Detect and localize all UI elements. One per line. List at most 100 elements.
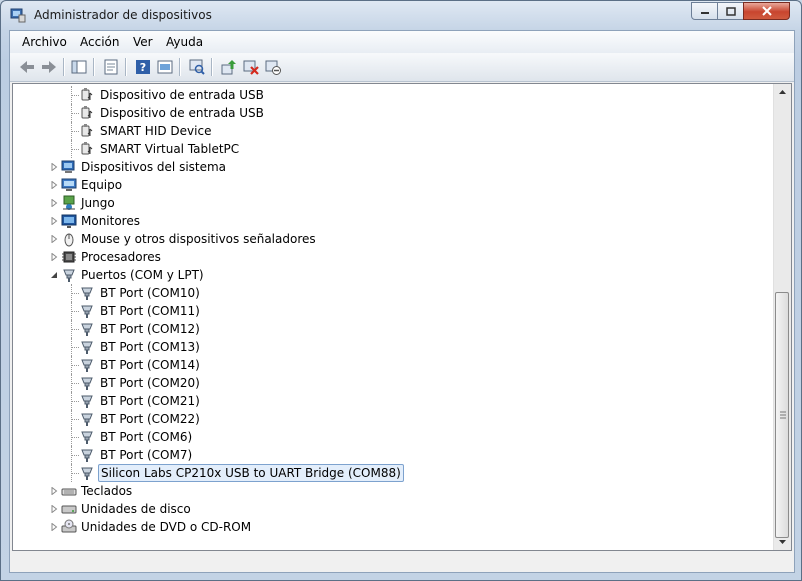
forward-icon[interactable] <box>40 58 58 76</box>
tree-device[interactable]: Dispositivo de entrada USB <box>13 104 763 122</box>
tree-device[interactable]: BT Port (COM21) <box>13 392 763 410</box>
processor-icon <box>62 251 76 263</box>
tree-device[interactable]: SMART Virtual TabletPC <box>13 140 763 158</box>
tree-device[interactable]: BT Port (COM14) <box>13 356 763 374</box>
disable-icon[interactable] <box>264 58 282 76</box>
tree-device[interactable]: Silicon Labs CP210x USB to UART Bridge (… <box>13 464 763 482</box>
tree-device[interactable]: BT Port (COM22) <box>13 410 763 428</box>
uninstall-icon[interactable] <box>242 58 260 76</box>
toolbar-separator <box>63 58 65 76</box>
view-icon[interactable] <box>156 58 174 76</box>
expand-arrow-icon[interactable] <box>50 523 58 531</box>
expand-arrow-icon[interactable] <box>50 181 58 189</box>
menu-accion[interactable]: Acción <box>80 35 119 49</box>
update-driver-icon[interactable] <box>220 58 238 76</box>
toolbar-separator <box>125 58 127 76</box>
vertical-scrollbar[interactable] <box>773 84 791 550</box>
window-title: Administrador de dispositivos <box>34 8 212 22</box>
minimize-button[interactable] <box>691 2 718 20</box>
maximize-button[interactable] <box>717 2 744 20</box>
computer-icon <box>61 178 77 191</box>
port-icon <box>81 305 93 318</box>
tree-device[interactable]: BT Port (COM11) <box>13 302 763 320</box>
expand-arrow-icon[interactable] <box>50 235 58 243</box>
title-bar[interactable]: Administrador de dispositivos <box>1 1 801 29</box>
dvd-drive-icon <box>61 519 77 533</box>
tree-item-label: Dispositivos del sistema <box>81 160 227 174</box>
tree-line <box>71 401 79 402</box>
port-icon <box>81 287 93 300</box>
tree-line <box>71 437 79 438</box>
tree-item-label: Silicon Labs CP210x USB to UART Bridge (… <box>98 464 404 482</box>
tree-category[interactable]: Unidades de disco <box>13 500 763 518</box>
tree-device[interactable]: BT Port (COM7) <box>13 446 763 464</box>
show-hide-tree-icon[interactable] <box>70 58 88 76</box>
tree-category[interactable]: Jungo <box>13 194 763 212</box>
tree-category[interactable]: Mouse y otros dispositivos señaladores <box>13 230 763 248</box>
tree-item-label: BT Port (COM6) <box>100 430 193 444</box>
menu-ver[interactable]: Ver <box>133 35 153 49</box>
tree-device[interactable]: BT Port (COM10) <box>13 284 763 302</box>
tree-device[interactable]: BT Port (COM20) <box>13 374 763 392</box>
tree-item-label: BT Port (COM12) <box>100 322 200 336</box>
tree-line <box>71 95 79 96</box>
expand-arrow-icon[interactable] <box>50 505 58 513</box>
collapse-arrow-icon[interactable] <box>50 271 58 279</box>
status-bar <box>12 551 790 569</box>
tree-device[interactable]: BT Port (COM13) <box>13 338 763 356</box>
tree-item-label: SMART HID Device <box>100 124 212 138</box>
tree-category[interactable]: Equipo <box>13 176 763 194</box>
expand-arrow-icon[interactable] <box>50 217 58 225</box>
minimize-icon <box>700 12 709 14</box>
scroll-up-button[interactable] <box>774 84 791 101</box>
tree-item-label: BT Port (COM11) <box>100 304 200 318</box>
tree-item-label: Teclados <box>81 484 133 498</box>
tree-device[interactable]: BT Port (COM12) <box>13 320 763 338</box>
device-manager-icon <box>10 8 26 23</box>
tree-line <box>71 149 79 150</box>
device-tree[interactable]: Dispositivo de entrada USB Dispositivo de… <box>12 83 792 551</box>
mouse-icon <box>64 233 74 247</box>
back-icon[interactable] <box>18 58 36 76</box>
tree-category[interactable]: Dispositivos del sistema <box>13 158 763 176</box>
device-manager-window: Administrador de dispositivos Archivo Ac… <box>0 0 802 581</box>
expand-arrow-icon[interactable] <box>50 487 58 495</box>
tree-item-label: BT Port (COM13) <box>100 340 200 354</box>
menu-archivo[interactable]: Archivo <box>22 35 67 49</box>
port-icon <box>81 413 93 426</box>
scroll-thumb[interactable] <box>775 292 789 538</box>
tree-line <box>71 383 79 384</box>
properties-icon[interactable] <box>102 58 120 76</box>
port-icon <box>81 395 93 408</box>
usb-hid-icon <box>81 142 93 155</box>
menu-bar: Archivo Acción Ver Ayuda <box>10 31 794 53</box>
tree-category[interactable]: Puertos (COM y LPT) <box>13 266 763 284</box>
tree-item-label: Dispositivo de entrada USB <box>100 106 264 120</box>
tree-item-label: Unidades de disco <box>81 502 191 516</box>
port-icon <box>63 269 75 282</box>
maximize-icon <box>725 6 736 16</box>
close-button[interactable] <box>743 2 790 20</box>
tree-device[interactable]: Dispositivo de entrada USB <box>13 86 763 104</box>
menu-ayuda[interactable]: Ayuda <box>166 35 203 49</box>
tree-line <box>71 365 79 366</box>
scan-hardware-icon[interactable] <box>188 58 206 76</box>
tree-item-label: Mouse y otros dispositivos señaladores <box>81 232 316 246</box>
tree-device[interactable]: SMART HID Device <box>13 122 763 140</box>
tree-category[interactable]: Teclados <box>13 482 763 500</box>
expand-arrow-icon[interactable] <box>50 199 58 207</box>
help-icon[interactable]: ? <box>134 58 152 76</box>
tree-item-label: BT Port (COM22) <box>100 412 200 426</box>
tree-item-label: BT Port (COM10) <box>100 286 200 300</box>
port-icon <box>81 377 93 390</box>
tree-category[interactable]: Unidades de DVD o CD-ROM <box>13 518 763 536</box>
tree-category[interactable]: Procesadores <box>13 248 763 266</box>
expand-arrow-icon[interactable] <box>50 253 58 261</box>
toolbar-separator <box>179 58 181 76</box>
tree-category[interactable]: Monitores <box>13 212 763 230</box>
client-area: Archivo Acción Ver Ayuda ? Dispositivo d… <box>9 30 795 573</box>
expand-arrow-icon[interactable] <box>50 163 58 171</box>
svg-text:?: ? <box>140 61 146 74</box>
scroll-down-button[interactable] <box>774 533 791 550</box>
tree-device[interactable]: BT Port (COM6) <box>13 428 763 446</box>
